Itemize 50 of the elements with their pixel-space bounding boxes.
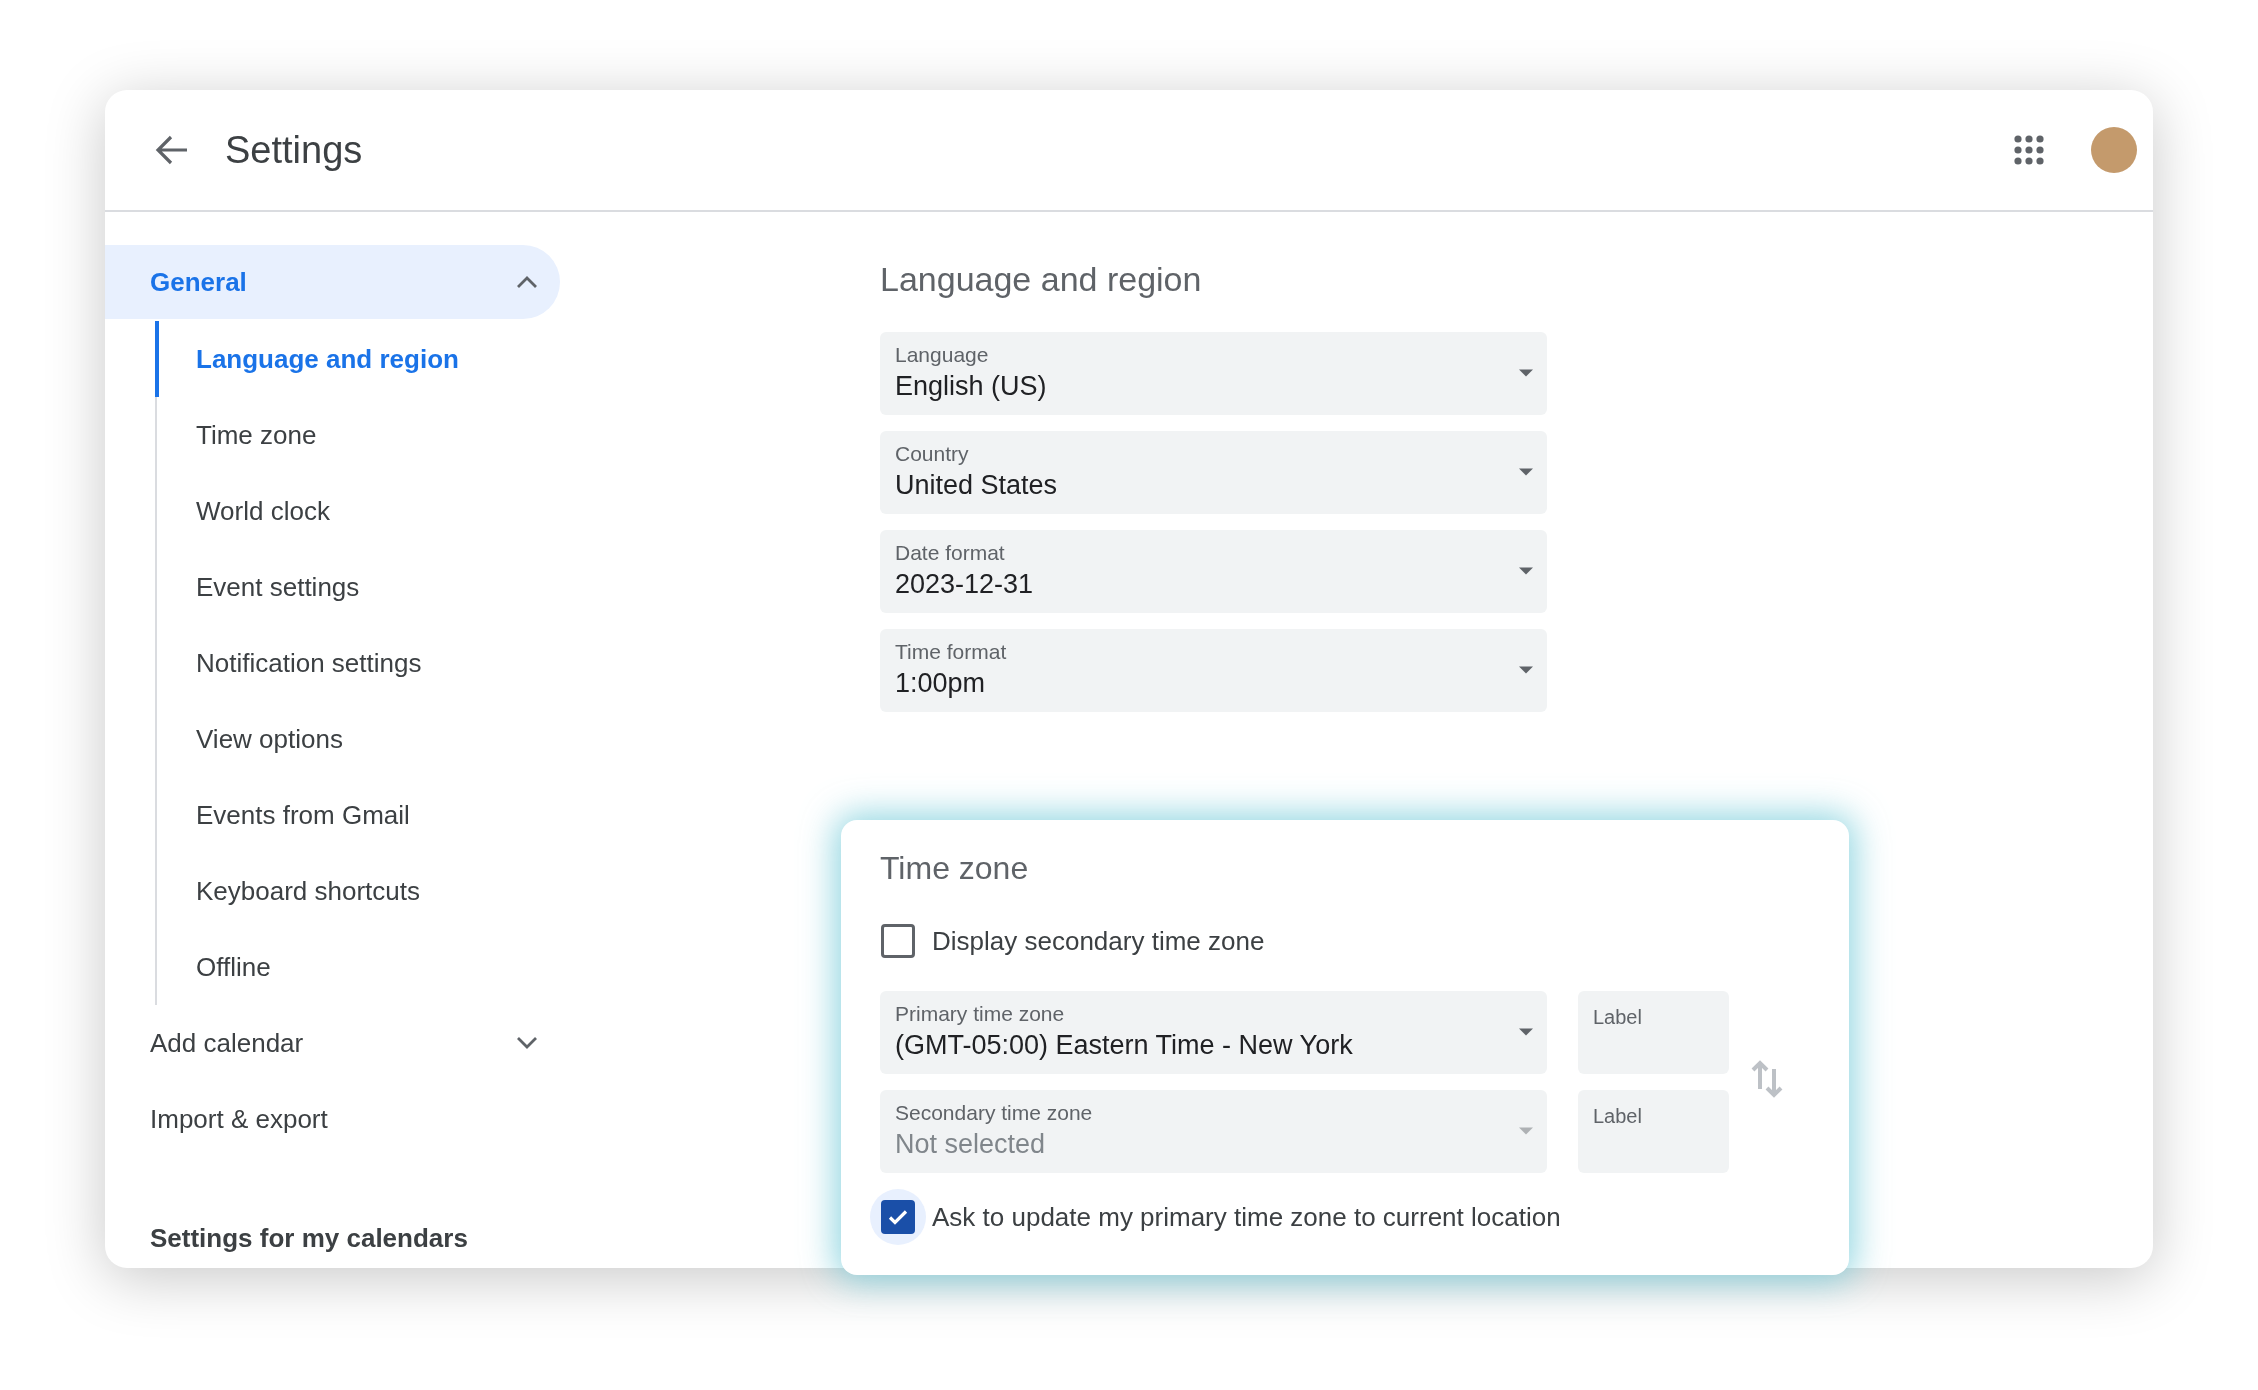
section-heading: Settings for my calendars [150, 1223, 468, 1254]
avatar[interactable] [2091, 127, 2137, 173]
checkbox-label: Display secondary time zone [932, 925, 1265, 957]
dropdown-field[interactable]: Primary time zone (GMT-05:00) Eastern Time - New York [880, 991, 1547, 1074]
apps-grid-icon[interactable] [2014, 135, 2044, 165]
dropdown-arrow-icon [1519, 1127, 1533, 1135]
section-title: Language and region [880, 260, 1203, 299]
dropdown-arrow-icon [1519, 1028, 1533, 1036]
sidebar-item-label: Add calendar [150, 1027, 304, 1059]
sidebar-subitem[interactable]: View options [155, 701, 560, 777]
sidebar-item[interactable]: General [105, 245, 560, 319]
sidebar-item-label: General [150, 266, 247, 298]
sidebar-subitem[interactable]: Keyboard shortcuts [155, 853, 560, 929]
sidebar-subitem[interactable]: Language and region [155, 321, 560, 397]
dropdown-arrow-icon [1519, 468, 1533, 476]
dropdown-arrow-icon [1519, 369, 1533, 377]
dropdown-arrow-icon [1519, 567, 1533, 575]
sidebar-subitem[interactable]: Offline [155, 929, 560, 1005]
field-value: 1:00pm [895, 668, 986, 699]
dropdown-field[interactable]: Country United States [880, 431, 1547, 514]
section-title: Time zone [880, 850, 1030, 887]
dropdown-arrow-icon [1519, 666, 1533, 674]
field-value: United States [895, 470, 1058, 501]
field-value: Not selected [895, 1129, 1046, 1160]
sidebar-subitem[interactable]: Event settings [155, 549, 560, 625]
sidebar-subitem[interactable]: Time zone [155, 397, 560, 473]
label-input[interactable]: Label [1578, 991, 1729, 1074]
sidebar-item[interactable]: Import & export [105, 1081, 560, 1157]
dropdown-field[interactable]: Language English (US) [880, 332, 1547, 415]
sidebar-subitem[interactable]: Events from Gmail [155, 777, 560, 853]
field-value: (GMT-05:00) Eastern Time - New York [895, 1030, 1353, 1061]
field-label: Country [895, 442, 969, 466]
field-value: 2023-12-31 [895, 569, 1034, 600]
checkbox-label: Ask to update my primary time zone to current location [932, 1201, 1561, 1233]
sidebar-subitem[interactable]: World clock [155, 473, 560, 549]
page-title: Settings [225, 128, 364, 172]
field-label: Time format [895, 640, 1007, 664]
checkbox[interactable] [881, 924, 915, 958]
field-label: Language [895, 343, 989, 367]
dropdown-field[interactable]: Date format 2023-12-31 [880, 530, 1547, 613]
sidebar-item[interactable]: Add calendar [105, 1005, 560, 1081]
checkbox[interactable] [881, 1200, 915, 1234]
field-label: Date format [895, 541, 1005, 565]
dropdown-field[interactable]: Time format 1:00pm [880, 629, 1547, 712]
sidebar-subitem[interactable]: Notification settings [155, 625, 560, 701]
back-arrow-icon[interactable] [155, 135, 189, 165]
field-label: Secondary time zone [895, 1101, 1093, 1125]
field-label: Primary time zone [895, 1002, 1065, 1026]
sidebar-item-label: Import & export [150, 1103, 328, 1135]
field-value: English (US) [895, 371, 1047, 402]
